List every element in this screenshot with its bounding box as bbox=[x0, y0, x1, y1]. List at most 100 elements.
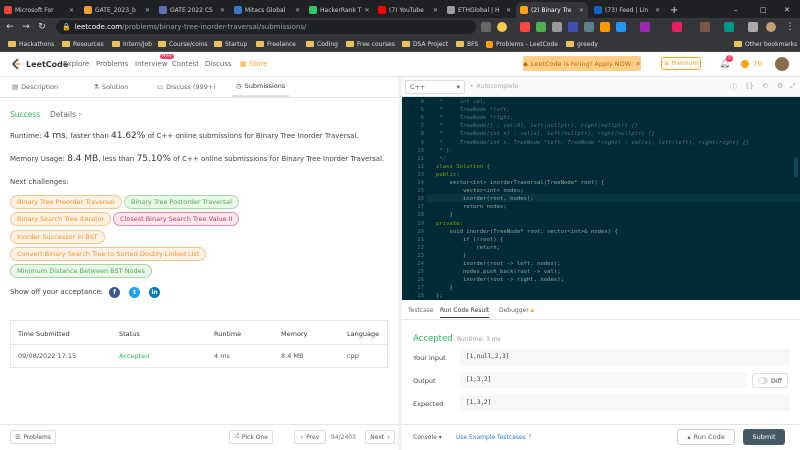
challenge-chip[interactable]: Binary Search Tree Iterator bbox=[10, 212, 112, 226]
diff-toggle[interactable]: Diff bbox=[752, 373, 788, 388]
twitter-icon[interactable]: t bbox=[129, 287, 140, 298]
submit-button[interactable]: Submit bbox=[743, 429, 785, 445]
challenge-chip[interactable]: Minimum Distance Between BST Nodes bbox=[10, 264, 153, 278]
bookmark-resources[interactable]: Resources bbox=[62, 38, 104, 50]
tab-description[interactable]: ▤ Description bbox=[12, 77, 58, 97]
help-icon[interactable]: ? bbox=[528, 433, 532, 441]
extension-icon[interactable] bbox=[672, 22, 682, 32]
bookmark-dsa-project[interactable]: DSA Project bbox=[402, 38, 448, 50]
extension-icon[interactable] bbox=[600, 22, 610, 32]
other-bookmarks[interactable]: Other bookmarks bbox=[734, 38, 797, 50]
more-menu-icon[interactable]: ⋮ bbox=[784, 21, 796, 33]
close-icon[interactable]: ✕ bbox=[655, 7, 660, 14]
tab-testcase[interactable]: Testcase bbox=[408, 307, 434, 314]
info-icon[interactable]: ⓘ bbox=[730, 82, 737, 92]
bookmark-star-icon[interactable] bbox=[497, 22, 507, 32]
challenge-chip[interactable]: Binary Tree Preorder Traversal bbox=[10, 195, 122, 209]
extension-icon[interactable] bbox=[552, 22, 562, 32]
extension-icon[interactable] bbox=[700, 22, 710, 32]
extension-icon[interactable] bbox=[520, 22, 530, 32]
settings-icon[interactable]: ⚙ bbox=[777, 82, 783, 90]
forward-icon[interactable]: → bbox=[20, 21, 32, 33]
bookmark-bfs[interactable]: BFS bbox=[456, 38, 478, 50]
challenge-chip[interactable]: Convert Binary Search Tree to Sorted Dou… bbox=[10, 247, 207, 261]
browser-tab-active[interactable]: (2) Binary Tre ✕ bbox=[516, 2, 588, 18]
close-icon[interactable]: ✕ bbox=[69, 7, 74, 14]
bookmark-intern-job[interactable]: Intern/job bbox=[112, 38, 152, 50]
premium-button[interactable]: ♛ Premium bbox=[661, 57, 701, 70]
accepted-status-link[interactable]: Accepted bbox=[119, 352, 149, 360]
challenge-chip[interactable]: Closest Binary Search Tree Value II bbox=[113, 212, 240, 226]
nav-problems[interactable]: Problems bbox=[96, 60, 128, 68]
language-select[interactable]: C++ ▾ bbox=[405, 80, 465, 94]
tab-debugger[interactable]: Debugger 🔒︎ bbox=[499, 307, 534, 315]
bookmark-problems-leetcode[interactable]: Problems - LeetCode bbox=[486, 38, 558, 50]
close-icon[interactable]: ✕ bbox=[145, 7, 150, 14]
nav-explore[interactable]: Explore bbox=[63, 60, 89, 68]
browser-tab[interactable]: Mitacs Global ✕ bbox=[230, 2, 304, 18]
challenge-chip[interactable]: Binary Tree Postorder Traversal bbox=[124, 195, 239, 209]
console-toggle[interactable]: Console ▾ bbox=[413, 434, 442, 441]
tab-solution[interactable]: ⚗ Solution bbox=[93, 77, 128, 97]
bookmark-coding[interactable]: Coding bbox=[306, 38, 338, 50]
problems-list-button[interactable]: ☰ Problems bbox=[10, 430, 56, 444]
avatar[interactable] bbox=[766, 22, 776, 32]
extension-icon[interactable] bbox=[568, 22, 578, 32]
bookmark-greedy[interactable]: greedy bbox=[566, 38, 598, 50]
browser-tab[interactable]: (73) Feed | Lin ✕ bbox=[590, 2, 664, 18]
extension-icon[interactable] bbox=[724, 22, 734, 32]
extension-icon[interactable] bbox=[536, 22, 546, 32]
bookmark-hackathons[interactable]: Hackathons bbox=[8, 38, 54, 50]
run-code-button[interactable]: ▴ Run Code bbox=[677, 429, 735, 445]
browser-tab[interactable]: (7) YouTube ✕ bbox=[374, 2, 442, 18]
bookmark-free-courses[interactable]: Free courses bbox=[346, 38, 395, 50]
nav-store[interactable]: ▦ Store bbox=[240, 60, 267, 68]
close-icon[interactable]: ✕ bbox=[579, 7, 584, 14]
tab-discuss[interactable]: ▭ Discuss (999+) bbox=[157, 77, 216, 97]
close-icon[interactable]: ✕ bbox=[364, 7, 369, 14]
url-bar[interactable]: 🔒 leetcode.com/problems/binary-tree-inor… bbox=[56, 20, 476, 34]
hiring-promo-banner[interactable]: ◆ LeetCode is hiring! Apply NOW. ✕ bbox=[523, 56, 641, 71]
share-icon[interactable] bbox=[481, 22, 491, 32]
facebook-icon[interactable]: f bbox=[109, 287, 120, 298]
browser-tab[interactable]: HackerRank T ✕ bbox=[305, 2, 373, 18]
pick-one-button[interactable]: ⤮ Pick One bbox=[229, 430, 273, 444]
nav-discuss[interactable]: Discuss bbox=[205, 60, 232, 68]
extension-icon[interactable] bbox=[616, 22, 626, 32]
close-icon[interactable]: ✕ bbox=[433, 7, 438, 14]
bookmark-freelance[interactable]: Freelance bbox=[256, 38, 296, 50]
brackets-icon[interactable]: {} bbox=[745, 82, 754, 90]
close-icon[interactable]: ✕ bbox=[220, 7, 225, 14]
code-editor[interactable]: 4 * int val; 5 * TreeNode *left; 6 * TreeN… bbox=[402, 97, 800, 300]
tab-run-code-result[interactable]: Run Code Result bbox=[440, 307, 490, 318]
new-tab-icon[interactable]: + bbox=[666, 2, 680, 18]
minimize-icon[interactable]: – bbox=[730, 2, 742, 18]
next-button[interactable]: Next › bbox=[365, 430, 395, 444]
nav-contest[interactable]: Contest bbox=[172, 60, 199, 68]
fullscreen-icon[interactable]: ⤢ bbox=[790, 82, 796, 91]
close-icon[interactable]: ✕ bbox=[295, 7, 300, 14]
close-icon[interactable]: ✕ bbox=[506, 7, 511, 14]
close-icon[interactable]: ✕ bbox=[636, 60, 641, 68]
bookmark-course-coins[interactable]: Course/coins bbox=[158, 38, 208, 50]
prev-button[interactable]: ‹ Prev bbox=[294, 430, 326, 444]
back-icon[interactable]: ← bbox=[4, 21, 16, 33]
bookmark-startup[interactable]: Startup bbox=[214, 38, 247, 50]
maximize-icon[interactable]: □ bbox=[756, 2, 768, 18]
use-example-testcases-link[interactable]: Use Example Testcases bbox=[456, 434, 526, 441]
nav-interview[interactable]: Interview bbox=[135, 60, 168, 68]
reload-icon[interactable]: ↻ bbox=[36, 21, 48, 33]
browser-tab[interactable]: GATE 2022 CS ✕ bbox=[155, 2, 229, 18]
leetcode-logo[interactable]: LeetCode bbox=[10, 58, 68, 70]
reset-icon[interactable]: ⟲ bbox=[762, 82, 768, 90]
browser-tab[interactable]: GATE_2023_b ✕ bbox=[80, 2, 154, 18]
details-link[interactable]: Details › bbox=[50, 110, 81, 119]
extension-icon[interactable] bbox=[640, 22, 650, 32]
scrollbar-thumb[interactable] bbox=[794, 157, 798, 177]
browser-tab[interactable]: Microsoft For ✕ bbox=[0, 2, 78, 18]
tab-submissions[interactable]: ◷ Submissions bbox=[232, 77, 290, 97]
puzzle-icon[interactable] bbox=[748, 22, 758, 32]
autocomplete-toggle[interactable]: • Autocomplete bbox=[470, 83, 519, 90]
window-close-icon[interactable]: ✕ bbox=[780, 2, 792, 18]
user-avatar[interactable] bbox=[775, 57, 789, 71]
